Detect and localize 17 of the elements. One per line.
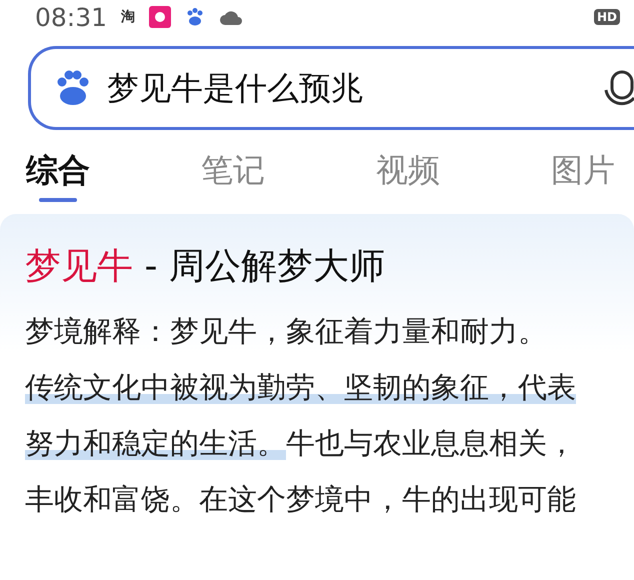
search-query: 梦见牛是什么预兆 bbox=[107, 68, 363, 109]
search-field[interactable]: 梦见牛是什么预兆 bbox=[28, 46, 634, 130]
hd-badge: HD bbox=[594, 9, 620, 25]
paragraph-line: 丰收和富饶。在这个梦境中，牛的出现可能 bbox=[25, 481, 576, 518]
tab[interactable]: 图片 bbox=[550, 148, 616, 204]
paragraph-line: 梦境解释：梦见牛，象征着力量和耐力。 bbox=[25, 313, 547, 350]
paw-icon bbox=[55, 70, 91, 106]
microphone-icon[interactable] bbox=[604, 68, 634, 108]
paragraph-line: 努力和稳定的生活。牛也与农业息息相关， bbox=[25, 425, 576, 462]
status-time: 08:31 bbox=[35, 4, 108, 30]
tab[interactable]: 笔记 bbox=[200, 148, 266, 204]
tab[interactable]: 综合 bbox=[25, 148, 91, 204]
result-title[interactable]: 梦见牛 - 周公解梦大师 bbox=[25, 242, 634, 292]
tab[interactable]: 视频 bbox=[375, 148, 441, 204]
app-icon bbox=[149, 6, 172, 28]
status-app-icon: 淘 bbox=[121, 10, 136, 24]
paw-icon bbox=[185, 7, 206, 27]
